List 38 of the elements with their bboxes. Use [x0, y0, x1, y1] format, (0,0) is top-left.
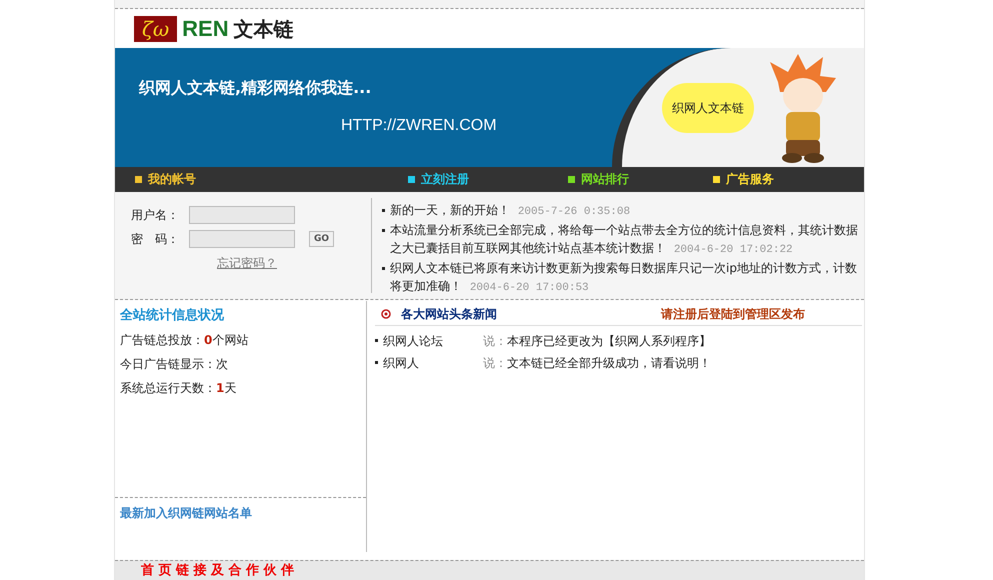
says-label: 说：	[483, 332, 507, 350]
banner-badge: 织网人文本链	[662, 82, 754, 133]
says-label: 说：	[483, 354, 507, 372]
logo-brand: REN	[182, 16, 229, 42]
nav-link[interactable]: 网站排行	[581, 170, 629, 188]
stats-title: 全站统计信息状况	[120, 306, 225, 325]
stats-line: 系统总运行天数：1天	[120, 380, 238, 398]
nav-link[interactable]: 我的帐号	[148, 170, 196, 188]
news-title: 各大网站头条新闻	[401, 306, 498, 324]
forgot-password-link[interactable]: 忘记密码？	[217, 254, 371, 272]
banner-url: HTTP://ZWREN.COM	[341, 116, 498, 136]
stats-line: 广告链总投放：0个网站	[120, 332, 250, 350]
username-field[interactable]	[189, 206, 295, 224]
notice-text: 本站流量分析系统已全部完成，将给每一个站点带去全方位的统计信息资料，其统计数据之大已囊括目前互联网其他统计站点基本统计数据！ 2004-6-20 17:02:22	[390, 222, 859, 258]
news-source: 织网人论坛	[383, 332, 444, 350]
news-source: 织网人	[383, 354, 420, 372]
bullet-icon	[382, 208, 385, 212]
bullet-icon	[382, 266, 385, 270]
username-label: 用户名：	[131, 206, 180, 224]
logo-name: 文本链	[234, 16, 294, 42]
news-notice: 请注册后登陆到管理区发布	[661, 306, 805, 324]
notice-text: 新的一天，新的开始！ 2005-7-26 0:35:08	[390, 202, 630, 220]
go-button[interactable]: GO	[309, 230, 334, 247]
news-text: 文本链已经全部升级成功，请看说明！	[507, 354, 711, 372]
notice-text: 织网人文本链已将原有来访计数更新为搜索每日数据库只记一次ip地址的计数方式，计数将更加准确！ 2004-6-20 17:00:53	[390, 260, 858, 296]
stats-line: 今日广告链显示：次	[120, 356, 229, 374]
newest-title: 最新加入织网链网站名单	[120, 506, 252, 520]
nav-link[interactable]: 广告服务	[726, 170, 774, 188]
footer-title: 首 页 链 接 及 合 作 伙 伴	[141, 562, 294, 580]
nav-link[interactable]: 立刻注册	[421, 170, 469, 188]
banner-slogan: 织网人文本链,精彩网络你我连...	[139, 77, 372, 100]
password-field[interactable]	[189, 230, 295, 248]
bullet-icon	[382, 228, 385, 232]
bullet-icon	[375, 339, 378, 342]
news-text: 本程序已经更改为【织网人系列程序】	[507, 332, 711, 350]
password-label: 密 码：	[131, 230, 180, 248]
bullet-icon	[375, 361, 378, 364]
logo-mark: ζω	[134, 16, 178, 42]
